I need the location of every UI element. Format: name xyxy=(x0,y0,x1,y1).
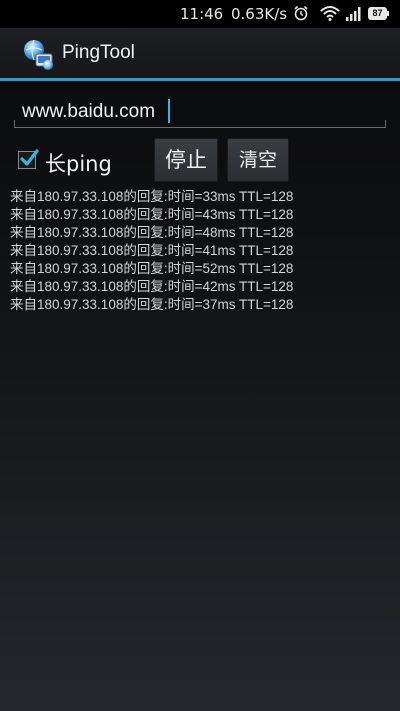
result-line: 来自180.97.33.108的回复:时间=37ms TTL=128 xyxy=(10,297,294,312)
app-title: PingTool xyxy=(62,42,135,63)
network-speed: 0.63K/s xyxy=(231,5,288,23)
result-line: 来自180.97.33.108的回复:时间=33ms TTL=128 xyxy=(10,189,294,204)
action-bar-divider xyxy=(0,78,400,81)
result-line: 来自180.97.33.108的回复:时间=42ms TTL=128 xyxy=(10,279,294,294)
battery-level: 87 xyxy=(372,8,383,18)
clear-button[interactable]: 清空 xyxy=(227,138,289,182)
status-bar: 11:46 0.63K/s 87 xyxy=(0,0,400,28)
result-line: 来自180.97.33.108的回复:时间=52ms TTL=128 xyxy=(10,261,294,276)
result-line: 来自180.97.33.108的回复:时间=43ms TTL=128 xyxy=(10,207,294,222)
app-logo-icon[interactable] xyxy=(22,38,56,72)
input-underline-right-tick xyxy=(385,120,386,128)
stop-button[interactable]: 停止 xyxy=(154,138,218,182)
text-caret xyxy=(168,99,170,123)
battery-icon: 87 xyxy=(368,7,390,20)
host-input[interactable] xyxy=(14,96,386,128)
status-time: 11:46 xyxy=(180,5,224,23)
screen: 11:46 0.63K/s 87 PingTool www.baidu.com … xyxy=(0,0,400,711)
result-line: 来自180.97.33.108的回复:时间=41ms TTL=128 xyxy=(10,243,294,258)
long-ping-checkbox[interactable] xyxy=(18,149,39,169)
wifi-icon xyxy=(320,6,340,21)
checkmark-icon xyxy=(20,149,39,166)
ping-results: 来自180.97.33.108的回复:时间=33ms TTL=128 来自180… xyxy=(10,188,395,314)
input-underline-left-tick xyxy=(14,120,15,128)
alarm-icon xyxy=(294,5,308,21)
long-ping-label[interactable]: 长ping xyxy=(45,148,112,178)
signal-icon xyxy=(346,7,361,21)
battery-tip xyxy=(387,11,389,16)
action-bar: PingTool xyxy=(0,28,400,80)
result-line: 来自180.97.33.108的回复:时间=48ms TTL=128 xyxy=(10,225,294,240)
